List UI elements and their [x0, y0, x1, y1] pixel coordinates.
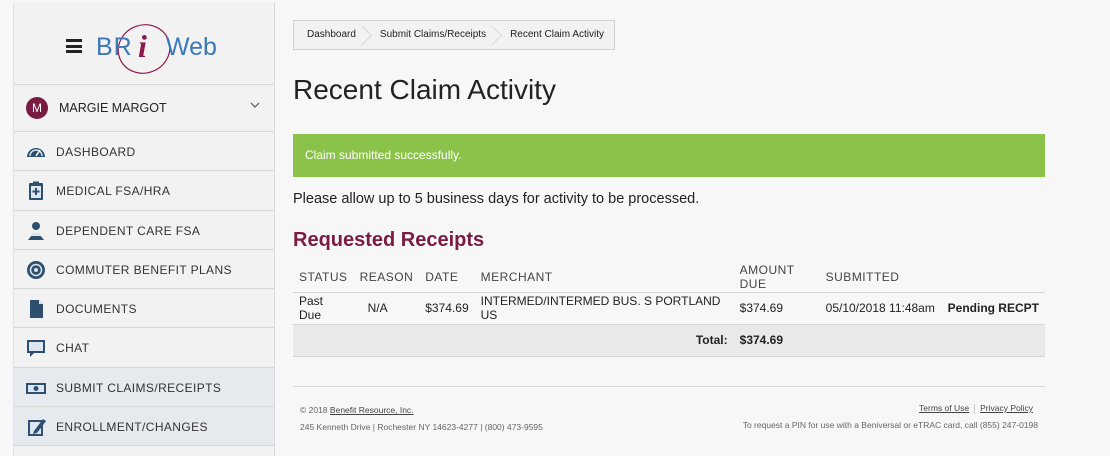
copyright: © 2018: [300, 405, 328, 415]
sidebar-item-medical-fsa-hra[interactable]: MEDICAL FSA/HRA: [14, 171, 274, 211]
column-header-submitted: SUBMITTED: [819, 263, 942, 293]
table-header-row: STATUS REASON DATE MERCHANT AMOUNT DUE S…: [293, 263, 1045, 293]
cell-reason: N/A: [353, 292, 420, 325]
company-link[interactable]: Benefit Resource, Inc.: [330, 405, 414, 415]
main-content: Dashboard Submit Claims/Receipts Recent …: [293, 0, 1053, 456]
dependent-person-icon: [28, 221, 44, 240]
cell-amount-due: $374.69: [733, 292, 820, 325]
total-label: Total:: [293, 324, 734, 357]
sidebar-item-enrollment-changes[interactable]: ENROLLMENT/CHANGES: [14, 407, 274, 447]
chat-icon: [27, 340, 45, 358]
success-alert: Claim submitted successfully.: [293, 134, 1045, 177]
cell-status: Past Due: [293, 292, 354, 325]
avatar: M: [26, 97, 48, 119]
cell-pending-status[interactable]: Pending RECPT: [941, 292, 1045, 325]
user-name: MARGIE MARGOT: [59, 101, 167, 115]
hamburger-menu-icon[interactable]: [66, 39, 82, 53]
cell-merchant: INTERMED/INTERMED BUS. S PORTLAND US: [474, 292, 734, 325]
column-header-merchant: MERCHANT: [474, 263, 734, 293]
sidebar-item-dependent-care-fsa[interactable]: DEPENDENT CARE FSA: [14, 211, 274, 250]
footer: © 2018 Benefit Resource, Inc. 245 Kennet…: [293, 386, 1045, 456]
receipts-table: STATUS REASON DATE MERCHANT AMOUNT DUE S…: [293, 263, 1045, 357]
sidebar-item-commuter-benefit-plans[interactable]: COMMUTER BENEFIT PLANS: [14, 250, 274, 290]
breadcrumb-dashboard[interactable]: Dashboard: [294, 21, 366, 49]
page-title: Recent Claim Activity: [293, 74, 556, 105]
company-address: 245 Kenneth Drive | Rochester NY 14623-4…: [300, 422, 543, 432]
total-value: $374.69: [733, 324, 820, 357]
breadcrumb: Dashboard Submit Claims/Receipts Recent …: [293, 20, 615, 50]
breadcrumb-recent-claim-activity: Recent Claim Activity: [510, 29, 604, 40]
processing-notice: Please allow up to 5 business days for a…: [293, 191, 700, 207]
sidebar: BR i Web M MARGIE MARGOT DASHBOARD MEDIC…: [13, 3, 275, 456]
column-header-status: STATUS: [293, 263, 354, 293]
terms-of-use-link[interactable]: Terms of Use: [919, 403, 969, 413]
pin-request-note: To request a PIN for use with a Benivers…: [742, 420, 1038, 430]
sidebar-item-chat[interactable]: CHAT: [14, 328, 274, 368]
cell-submitted: 05/10/2018 11:48am: [819, 292, 942, 325]
dashboard-gauge-icon: [27, 148, 45, 157]
document-icon: [30, 300, 43, 319]
table-row: Past Due N/A $374.69 INTERMED/INTERMED B…: [293, 292, 1045, 325]
money-icon: [26, 382, 46, 394]
edit-icon: [28, 419, 46, 437]
user-menu[interactable]: M MARGIE MARGOT: [14, 85, 274, 132]
column-header-reason: REASON: [353, 263, 420, 293]
table-total-row: Total: $374.69: [293, 324, 1045, 357]
briweb-logo[interactable]: BR i Web: [96, 21, 226, 77]
sidebar-item-documents[interactable]: DOCUMENTS: [14, 289, 274, 329]
sidebar-item-submit-claims-receipts[interactable]: SUBMIT CLAIMS/RECEIPTS: [14, 367, 274, 408]
column-header-action: [941, 263, 1045, 293]
sidebar-item-dashboard[interactable]: DASHBOARD: [14, 132, 274, 172]
column-header-amount-due: AMOUNT DUE: [733, 263, 820, 293]
privacy-policy-link[interactable]: Privacy Policy: [980, 403, 1033, 413]
breadcrumb-submit-claims-receipts[interactable]: Submit Claims/Receipts: [366, 21, 496, 49]
cell-date: $374.69: [419, 292, 475, 325]
medical-clipboard-icon: [29, 181, 43, 201]
section-title-requested-receipts: Requested Receipts: [293, 229, 485, 251]
commuter-icon: [27, 260, 45, 279]
column-header-date: DATE: [419, 263, 475, 293]
chevron-down-icon: [250, 102, 260, 108]
logo-area: BR i Web: [14, 3, 274, 85]
